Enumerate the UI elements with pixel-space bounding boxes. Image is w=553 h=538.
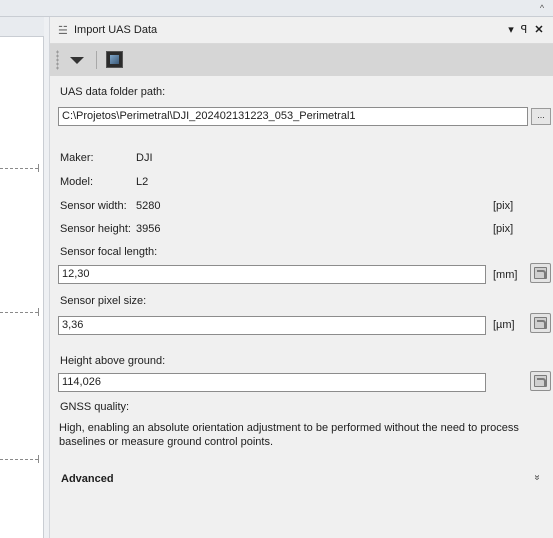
height-above-ground-label: Height above ground: bbox=[60, 355, 166, 367]
console-window-icon[interactable] bbox=[106, 51, 123, 68]
gnss-quality-description: High, enabling an absolute orientation a… bbox=[59, 422, 519, 448]
left-pane-header bbox=[0, 17, 44, 37]
model-label: Model: bbox=[60, 176, 94, 188]
sensor-width-value: 5280 bbox=[136, 200, 161, 212]
pixel-size-field[interactable]: 3,36 bbox=[58, 316, 486, 335]
scroll-up-icon[interactable]: ^ bbox=[535, 1, 549, 15]
focal-length-unit: [mm] bbox=[493, 269, 518, 281]
focal-length-label: Sensor focal length: bbox=[60, 246, 158, 258]
height-above-ground-field[interactable]: 114,026 bbox=[58, 373, 486, 392]
focal-length-field[interactable]: 12,30 bbox=[58, 265, 486, 284]
satellite-icon: ☱ bbox=[58, 25, 68, 37]
import-uas-data-panel: ☱ Import UAS Data ▾ ꟼ ✕ UAS data folder … bbox=[50, 17, 553, 538]
advanced-section-header[interactable]: Advanced bbox=[61, 473, 114, 485]
pixel-size-unit: [µm] bbox=[493, 319, 515, 331]
expand-chevron-icon[interactable]: » bbox=[531, 475, 542, 481]
panel-title: Import UAS Data bbox=[74, 24, 158, 36]
sensor-width-label: Sensor width: bbox=[60, 200, 127, 212]
guide-tick bbox=[38, 164, 39, 172]
pixel-size-label: Sensor pixel size: bbox=[60, 295, 147, 307]
panel-toolbar bbox=[50, 44, 553, 76]
guide-line bbox=[0, 312, 38, 313]
calculator-icon[interactable] bbox=[530, 313, 551, 333]
model-value: L2 bbox=[136, 176, 149, 188]
guide-tick bbox=[38, 455, 39, 463]
guide-tick bbox=[38, 308, 39, 316]
gnss-quality-label: GNSS quality: bbox=[60, 401, 130, 413]
panel-titlebar: ☱ Import UAS Data ▾ ꟼ ✕ bbox=[50, 17, 553, 44]
toolbar-separator bbox=[96, 51, 97, 69]
guide-line bbox=[0, 168, 38, 169]
toolbar-grip[interactable] bbox=[56, 50, 59, 70]
sensor-height-value: 3956 bbox=[136, 223, 161, 235]
close-button[interactable]: ✕ bbox=[532, 23, 546, 37]
folder-path-field[interactable]: C:\Projetos\Perimetral\DJI_202402131223_… bbox=[58, 107, 528, 126]
maker-value: DJI bbox=[136, 152, 153, 164]
maker-label: Maker: bbox=[60, 152, 94, 164]
dropdown-arrow-icon[interactable] bbox=[70, 57, 84, 64]
folder-path-label: UAS data folder path: bbox=[60, 86, 166, 98]
dock-pin-button[interactable]: ꟼ bbox=[517, 23, 531, 37]
panel-menu-button[interactable]: ▾ bbox=[504, 23, 518, 37]
sensor-height-label: Sensor height: bbox=[60, 223, 131, 235]
calculator-icon[interactable] bbox=[530, 263, 551, 283]
browse-folder-button[interactable]: ... bbox=[531, 108, 551, 125]
guide-line bbox=[0, 459, 38, 460]
sensor-height-unit: [pix] bbox=[493, 223, 514, 235]
top-strip: ^ bbox=[0, 0, 553, 17]
sensor-width-unit: [pix] bbox=[493, 200, 514, 212]
left-document-pane bbox=[0, 17, 44, 538]
calculator-icon[interactable] bbox=[530, 371, 551, 391]
